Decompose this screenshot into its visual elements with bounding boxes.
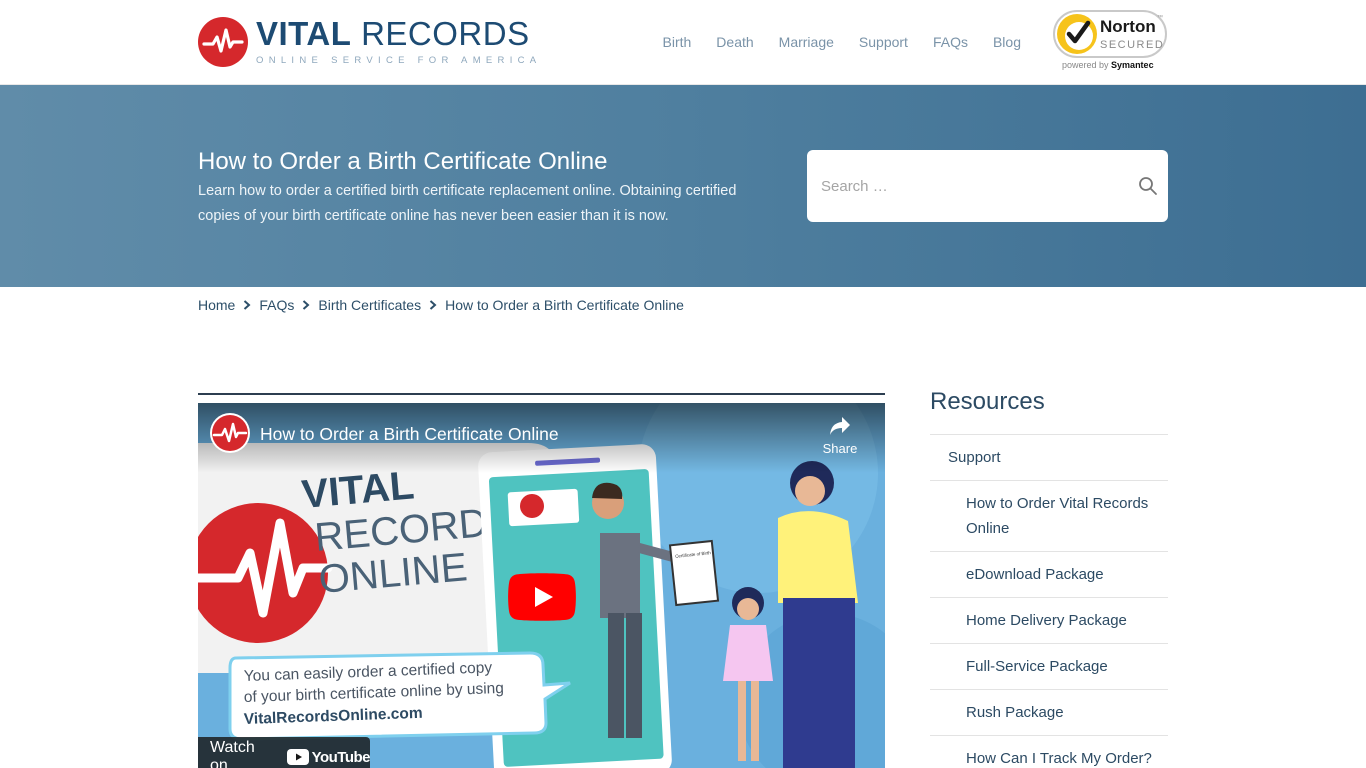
resource-support[interactable]: Support [930,434,1168,480]
norton-badge-frame: Norton SECURED ™ [1053,10,1167,58]
heartbeat-logo-icon [198,17,248,67]
norton-name: Norton [1100,17,1156,36]
breadcrumb-faqs[interactable]: FAQs [259,297,294,313]
channel-avatar-icon[interactable] [210,413,250,453]
nav-marriage[interactable]: Marriage [779,34,834,50]
resource-track-order[interactable]: How Can I Track My Order? [930,735,1168,768]
share-button[interactable]: Share [815,415,865,465]
chevron-right-icon [235,298,259,312]
resource-edownload-package[interactable]: eDownload Package [930,551,1168,597]
resources-list: Support How to Order Vital Records Onlin… [930,434,1168,768]
youtube-wordmark: YouTube [311,748,371,766]
resource-full-service-package[interactable]: Full-Service Package [930,643,1168,689]
nav-blog[interactable]: Blog [993,34,1021,50]
youtube-logo-icon [286,749,309,765]
logo-tagline: ONLINE SERVICE FOR AMERICA [256,55,542,66]
resource-home-delivery-package[interactable]: Home Delivery Package [930,597,1168,643]
breadcrumb-birth-certificates[interactable]: Birth Certificates [318,297,421,313]
norton-powered-brand: Symantec [1111,60,1154,70]
youtube-logo: YouTube [286,748,371,766]
resources-title: Resources [930,388,1045,415]
main-nav: Birth Death Marriage Support FAQs Blog [638,34,1022,50]
resource-rush-package[interactable]: Rush Package [930,689,1168,735]
breadcrumb: Home FAQs Birth Certificates How to Orde… [198,297,684,313]
watch-on-youtube-button[interactable]: Watch on YouTube [198,737,371,768]
search-icon[interactable] [1138,176,1158,196]
nav-support[interactable]: Support [859,34,908,50]
play-button[interactable] [508,573,576,621]
norton-trademark: ™ [1157,15,1163,21]
share-label: Share [822,441,858,456]
breadcrumb-home[interactable]: Home [198,297,235,313]
chevron-right-icon [294,298,318,312]
youtube-play-icon [508,573,576,621]
page-hero: How to Order a Birth Certificate Online … [0,85,1366,287]
logo-word-records: RECORDS [361,15,530,52]
nav-birth[interactable]: Birth [663,34,692,50]
site-logo[interactable]: VITAL RECORDS ONLINE SERVICE FOR AMERICA [198,15,536,69]
share-arrow-icon [830,417,850,435]
search-input[interactable] [821,171,1121,201]
norton-powered-by: powered by Symantec [1062,60,1154,70]
content-divider [198,393,885,395]
norton-secured-badge[interactable]: Norton SECURED ™ powered by Symantec [1053,10,1169,72]
nav-death[interactable]: Death [716,34,753,50]
page-title: How to Order a Birth Certificate Online [198,148,608,175]
search-box [807,150,1168,222]
watch-on-label: Watch on [210,739,255,768]
norton-powered-prefix: powered by [1062,60,1109,70]
youtube-video-embed[interactable]: VITAL RECORDS ONLINE Certificate of Birt… [198,403,885,768]
chevron-right-icon [421,298,445,312]
norton-check-icon [1057,14,1097,54]
logo-word-vital: VITAL [256,15,352,52]
page-description: Learn how to order a certified birth cer… [198,183,737,224]
resource-how-to-order[interactable]: How to Order Vital Records Online [930,480,1168,551]
norton-secured-label: SECURED [1100,39,1165,51]
nav-faqs[interactable]: FAQs [933,34,968,50]
site-header: VITAL RECORDS ONLINE SERVICE FOR AMERICA… [0,0,1366,85]
breadcrumb-current: How to Order a Birth Certificate Online [445,297,684,313]
video-title[interactable]: How to Order a Birth Certificate Online [260,424,559,445]
